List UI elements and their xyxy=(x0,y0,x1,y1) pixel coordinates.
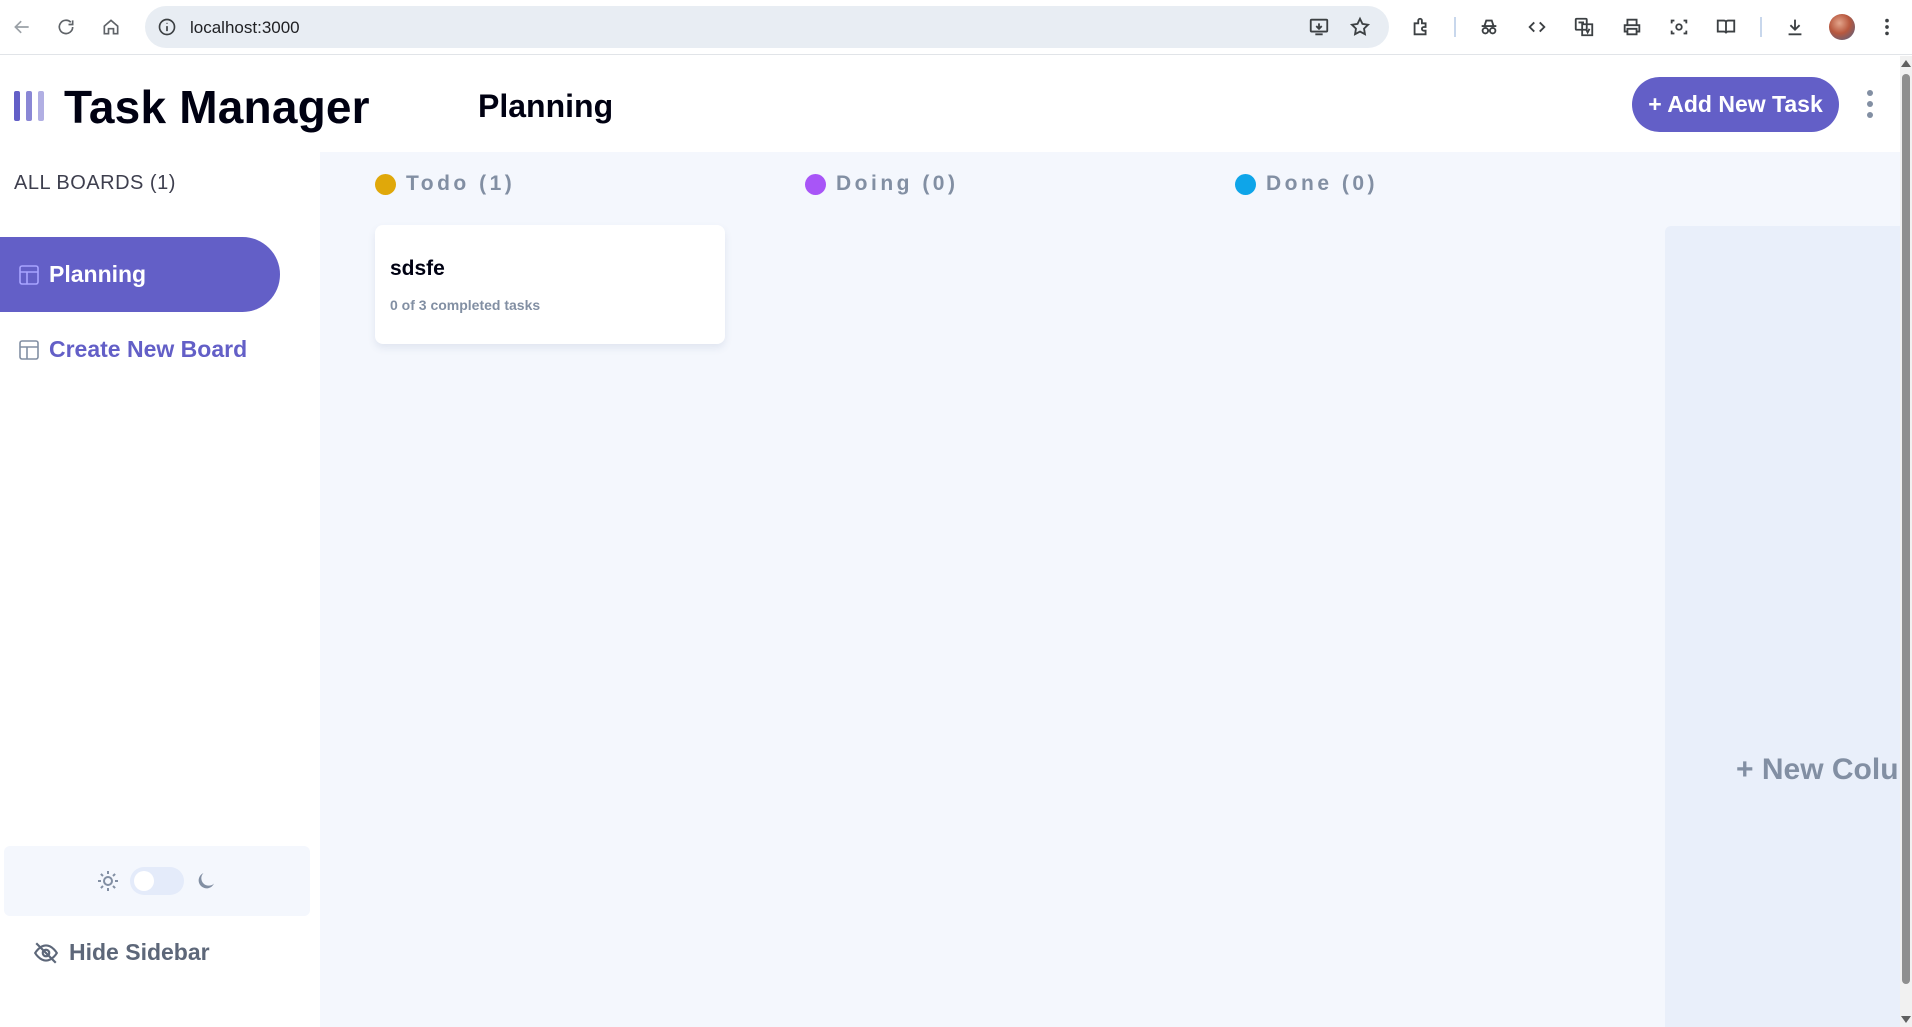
column-color-dot xyxy=(1235,173,1256,195)
new-column-button[interactable]: + New Colu xyxy=(1665,226,1900,1027)
extensions-icon[interactable] xyxy=(1408,14,1434,40)
moon-icon xyxy=(194,869,218,893)
sidebar-item-label: Planning xyxy=(49,261,147,287)
sidebar-item-planning[interactable]: Planning xyxy=(0,237,280,312)
reload-icon[interactable] xyxy=(52,13,80,41)
scroll-thumb[interactable] xyxy=(1902,74,1910,984)
column-color-dot xyxy=(375,173,396,195)
bookmark-star-icon[interactable] xyxy=(1349,16,1371,38)
column-header: Todo (1) xyxy=(375,172,515,196)
hide-sidebar-button[interactable]: Hide Sidebar xyxy=(33,939,210,966)
theme-toggle[interactable] xyxy=(130,867,184,895)
incognito-icon[interactable] xyxy=(1476,14,1502,40)
task-title: sdsfe xyxy=(390,257,445,280)
site-info-icon[interactable] xyxy=(157,17,177,37)
task-card[interactable]: sdsfe 0 of 3 completed tasks xyxy=(375,225,725,344)
theme-switcher xyxy=(4,846,310,916)
browser-toolbar: localhost:3000 xyxy=(0,0,1912,55)
eye-slash-icon xyxy=(33,940,59,966)
app-header: Task Manager Planning + Add New Task xyxy=(0,56,1900,152)
new-column-label: + New Colu xyxy=(1736,753,1899,786)
column-title: Doing (0) xyxy=(836,172,959,195)
scroll-down-arrow[interactable] xyxy=(1901,1016,1911,1023)
print-icon[interactable] xyxy=(1619,14,1645,40)
create-new-board-button[interactable]: Create New Board xyxy=(0,312,280,387)
column-color-dot xyxy=(805,173,826,195)
browser-menu-icon[interactable] xyxy=(1874,14,1900,40)
column-title: Todo (1) xyxy=(406,172,516,195)
column-header: Doing (0) xyxy=(805,172,958,196)
board-area: Todo (1) Doing (0) Done (0) sdsfe 0 of 3… xyxy=(320,152,1900,1027)
url-text[interactable]: localhost:3000 xyxy=(190,18,300,38)
devtools-code-icon[interactable] xyxy=(1524,14,1550,40)
board-icon xyxy=(18,339,40,361)
translate-icon[interactable] xyxy=(1571,14,1597,40)
board-title: Planning xyxy=(478,88,614,124)
add-new-task-button[interactable]: + Add New Task xyxy=(1632,77,1839,132)
download-icon[interactable] xyxy=(1782,14,1808,40)
column-title: Done (0) xyxy=(1266,172,1378,195)
column-header: Done (0) xyxy=(1235,172,1378,196)
app-title: Task Manager xyxy=(64,81,370,133)
profile-avatar[interactable] xyxy=(1829,14,1855,40)
back-icon[interactable] xyxy=(8,13,36,41)
all-boards-heading: ALL BOARDS (1) xyxy=(14,172,176,194)
toolbar-separator-2 xyxy=(1760,17,1762,37)
task-subtask-count: 0 of 3 completed tasks xyxy=(390,297,541,313)
logo-icon xyxy=(14,91,46,123)
reading-mode-icon[interactable] xyxy=(1713,14,1739,40)
scroll-up-arrow[interactable] xyxy=(1901,60,1911,67)
screenshot-icon[interactable] xyxy=(1666,14,1692,40)
sidebar: ALL BOARDS (1) Planning Create New Board… xyxy=(0,152,320,1027)
page-scrollbar[interactable] xyxy=(1900,56,1912,1027)
hide-sidebar-label: Hide Sidebar xyxy=(69,939,210,965)
install-app-icon[interactable] xyxy=(1308,16,1330,38)
board-options-icon[interactable] xyxy=(1858,86,1882,122)
home-icon[interactable] xyxy=(97,13,125,41)
address-bar[interactable]: localhost:3000 xyxy=(145,6,1389,48)
toolbar-separator xyxy=(1454,17,1456,37)
sun-icon xyxy=(96,869,120,893)
board-icon xyxy=(18,264,40,286)
create-board-label: Create New Board xyxy=(49,336,248,362)
